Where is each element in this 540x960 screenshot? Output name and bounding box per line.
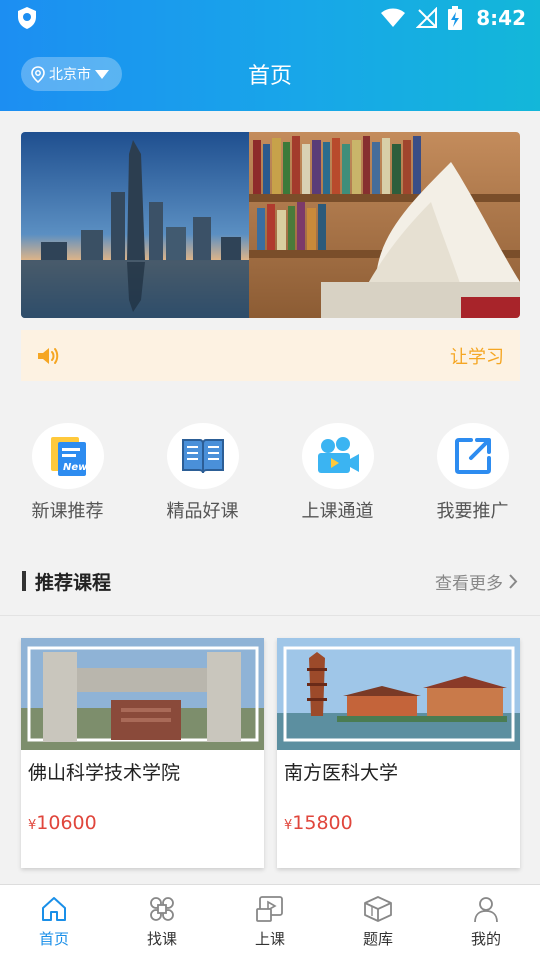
course-card[interactable]: 南方医科大学 ¥15800 xyxy=(277,638,520,868)
battery-charging-icon xyxy=(448,6,463,30)
quick-link-icon-circle xyxy=(301,423,374,489)
speaker-icon xyxy=(38,347,59,364)
course-price: ¥10600 xyxy=(28,812,97,834)
quick-link-icon-circle: New xyxy=(31,423,104,489)
quick-link-icon-circle xyxy=(166,423,239,489)
price-value: 10600 xyxy=(36,812,97,834)
tab-label: 题库 xyxy=(362,930,393,948)
status-indicators: 8:42 xyxy=(380,6,526,30)
divider xyxy=(0,615,540,616)
tab-label: 找课 xyxy=(146,930,177,948)
course-image xyxy=(277,638,520,750)
quick-link-label: 我要推广 xyxy=(436,501,509,522)
quick-link-promote[interactable]: 我要推广 xyxy=(405,423,540,523)
quick-link-classroom[interactable]: 上课通道 xyxy=(270,423,405,523)
quick-link-featured[interactable]: 精品好课 xyxy=(135,423,270,523)
video-camera-icon xyxy=(317,437,359,473)
course-name: 南方医科大学 xyxy=(284,762,399,784)
tab-mine[interactable]: 我的 xyxy=(432,885,540,960)
question-bank-icon xyxy=(364,896,392,922)
banner-image xyxy=(21,132,520,318)
notice-text: 让学习 xyxy=(450,346,504,368)
notice-bar[interactable]: 让学习 xyxy=(21,330,520,381)
quick-link-new-course[interactable]: New 新课推荐 xyxy=(0,423,135,523)
quick-link-icon-circle xyxy=(436,423,509,489)
wifi-icon xyxy=(381,8,406,27)
share-external-icon xyxy=(454,438,491,474)
find-course-icon xyxy=(150,897,174,921)
course-image xyxy=(21,638,264,750)
section-title: 推荐课程 xyxy=(35,572,112,594)
quick-links: New 新课推荐 精品好课 上课通道 我要推广 xyxy=(0,423,540,523)
bottom-tab-bar: 首页 找课 上课 题库 我的 xyxy=(0,884,540,960)
main-content: 让学习 New 新课推荐 精品好课 上课通道 我要推广 推荐课程 查看更多 佛山… xyxy=(0,111,540,884)
status-time: 8:42 xyxy=(476,6,526,30)
see-more-link[interactable]: 查看更多 xyxy=(435,569,518,594)
tab-label: 首页 xyxy=(38,930,69,948)
tab-label: 上课 xyxy=(254,930,285,948)
course-card[interactable]: 佛山科学技术学院 ¥10600 xyxy=(21,638,264,868)
section-marker xyxy=(22,571,26,591)
quick-link-label: 新课推荐 xyxy=(31,501,104,522)
quick-link-label: 上课通道 xyxy=(301,501,374,522)
quick-link-label: 精品好课 xyxy=(166,501,239,522)
shield-icon xyxy=(18,7,36,29)
course-price: ¥15800 xyxy=(284,812,353,834)
open-book-icon xyxy=(181,439,224,474)
new-course-icon: New xyxy=(50,437,88,476)
recommended-section-header: 推荐课程 查看更多 xyxy=(0,557,540,615)
tab-question-bank[interactable]: 题库 xyxy=(324,885,432,960)
see-more-label: 查看更多 xyxy=(435,574,503,594)
home-icon xyxy=(42,897,66,921)
tab-label: 我的 xyxy=(470,930,501,948)
tab-home[interactable]: 首页 xyxy=(0,885,108,960)
banner-carousel[interactable] xyxy=(21,132,520,318)
chevron-right-icon xyxy=(509,574,518,589)
app-header: 8:42 北京市 首页 xyxy=(0,0,540,111)
price-value: 15800 xyxy=(292,812,353,834)
profile-icon xyxy=(474,897,498,923)
play-screen-icon xyxy=(256,896,283,922)
no-signal-icon xyxy=(416,7,438,28)
status-bar: 8:42 xyxy=(0,0,540,36)
tab-find-course[interactable]: 找课 xyxy=(108,885,216,960)
page-title: 首页 xyxy=(247,64,292,89)
tab-attend-class[interactable]: 上课 xyxy=(216,885,324,960)
svg-text:New: New xyxy=(63,462,88,473)
course-name: 佛山科学技术学院 xyxy=(28,762,181,784)
